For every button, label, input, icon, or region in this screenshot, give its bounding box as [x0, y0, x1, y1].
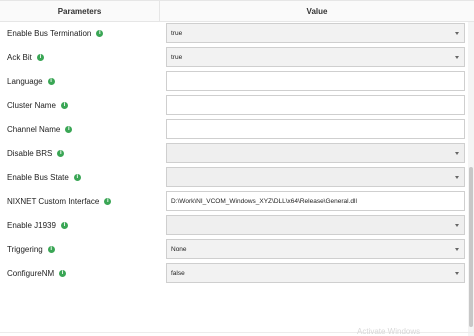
info-icon[interactable]: i	[57, 149, 65, 157]
select-value: true	[171, 29, 183, 37]
configurenm-select[interactable]: false	[166, 263, 465, 283]
param-label: Cluster Name	[7, 100, 56, 110]
info-icon[interactable]: i	[104, 197, 112, 205]
vertical-scrollbar[interactable]	[468, 22, 474, 336]
info-icon[interactable]: i	[73, 173, 81, 181]
info-icon[interactable]: i	[47, 77, 55, 85]
select-value: true	[171, 53, 183, 61]
param-label: Disable BRS	[7, 148, 53, 158]
param-row-language: Language i	[0, 69, 468, 93]
cluster-name-input[interactable]	[166, 95, 465, 115]
param-label: Enable J1939	[7, 220, 56, 230]
triggering-select[interactable]: None	[166, 239, 465, 259]
nixnet-custom-interface-input[interactable]: D:\Work\NI_VCOM_Windows_XYZ\DLL\x64\Rele…	[166, 191, 465, 211]
param-label: Enable Bus Termination	[7, 28, 92, 38]
info-icon[interactable]: i	[60, 221, 68, 229]
param-row-nixnet-custom-interface: NIXNET Custom Interface i D:\Work\NI_VCOM…	[0, 189, 468, 213]
input-value: D:\Work\NI_VCOM_Windows_XYZ\DLL\x64\Rele…	[171, 197, 357, 205]
param-label: NIXNET Custom Interface	[7, 196, 100, 206]
param-label: ConfigureNM	[7, 268, 55, 278]
windows-watermark: Activate Windows	[357, 327, 421, 336]
chevron-down-icon	[455, 152, 459, 155]
param-row-enable-bus-termination: Enable Bus Termination i true	[0, 21, 468, 45]
disable-brs-select[interactable]	[166, 143, 465, 163]
info-icon[interactable]: i	[59, 269, 67, 277]
param-row-ack-bit: Ack Bit i true	[0, 45, 468, 69]
enable-bus-termination-select[interactable]: true	[166, 23, 465, 43]
select-value: false	[171, 269, 185, 277]
parameters-column-header: Parameters	[0, 1, 160, 22]
scrollbar-thumb[interactable]	[469, 167, 473, 327]
param-row-cluster-name: Cluster Name i	[0, 93, 468, 117]
chevron-down-icon	[455, 56, 459, 59]
value-column-header: Value	[306, 7, 328, 16]
language-input[interactable]	[166, 71, 465, 91]
select-value: None	[171, 245, 187, 253]
param-label: Triggering	[7, 244, 43, 254]
param-label: Channel Name	[7, 124, 61, 134]
param-label: Language	[7, 76, 43, 86]
param-row-triggering: Triggering i None	[0, 237, 468, 261]
param-row-enable-j1939: Enable J1939 i	[0, 213, 468, 237]
enable-j1939-select[interactable]	[166, 215, 465, 235]
info-icon[interactable]: i	[96, 29, 104, 37]
info-icon[interactable]: i	[47, 245, 55, 253]
enable-bus-state-select[interactable]	[166, 167, 465, 187]
param-label: Enable Bus State	[7, 172, 69, 182]
chevron-down-icon	[455, 272, 459, 275]
chevron-down-icon	[455, 32, 459, 35]
chevron-down-icon	[455, 176, 459, 179]
chevron-down-icon	[455, 248, 459, 251]
chevron-down-icon	[455, 224, 459, 227]
info-icon[interactable]: i	[36, 53, 44, 61]
channel-name-input[interactable]	[166, 119, 465, 139]
param-row-disable-brs: Disable BRS i	[0, 141, 468, 165]
param-row-enable-bus-state: Enable Bus State i	[0, 165, 468, 189]
param-label: Ack Bit	[7, 52, 32, 62]
info-icon[interactable]: i	[65, 125, 73, 133]
param-row-configurenm: ConfigureNM i false	[0, 261, 468, 285]
param-row-channel-name: Channel Name i	[0, 117, 468, 141]
ack-bit-select[interactable]: true	[166, 47, 465, 67]
info-icon[interactable]: i	[60, 101, 68, 109]
table-header: Parameters Value	[0, 0, 474, 22]
